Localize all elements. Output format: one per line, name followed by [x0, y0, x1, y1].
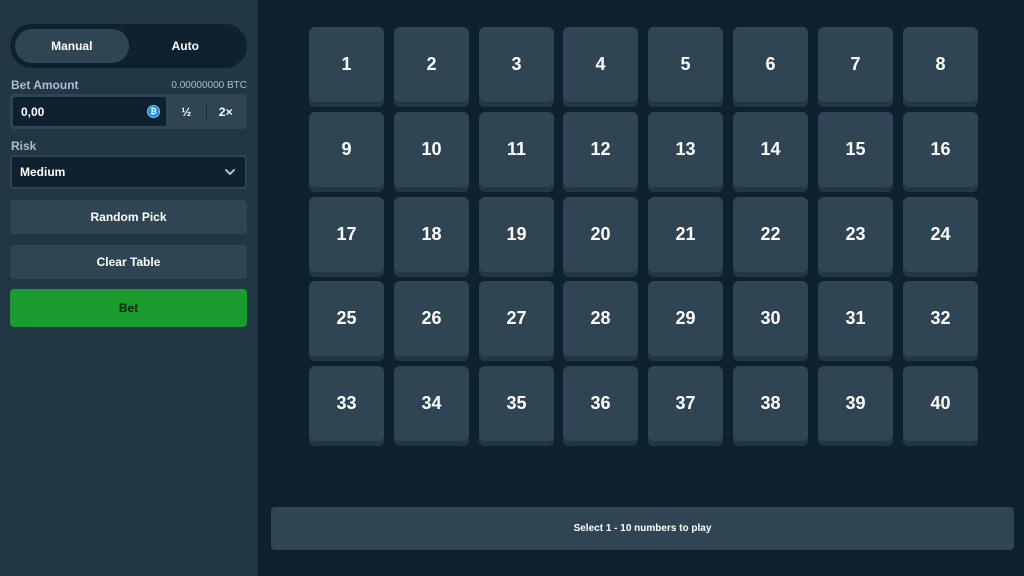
- number-tile[interactable]: 10: [394, 112, 469, 192]
- random-pick-button[interactable]: Random Pick: [10, 200, 247, 234]
- keno-app: Manual Auto Bet Amount 0.00000000 BTC ₿ …: [0, 0, 1024, 576]
- risk-label: Risk: [11, 139, 37, 153]
- double-bet-button[interactable]: 2×: [207, 96, 246, 127]
- chevron-down-icon: [225, 169, 235, 175]
- number-tile[interactable]: 36: [563, 366, 638, 446]
- number-tile[interactable]: 5: [648, 27, 723, 107]
- sidebar: Manual Auto Bet Amount 0.00000000 BTC ₿ …: [0, 0, 258, 576]
- number-tile[interactable]: 30: [733, 281, 808, 361]
- number-tile[interactable]: 32: [903, 281, 978, 361]
- number-tile[interactable]: 33: [309, 366, 384, 446]
- number-tile[interactable]: 14: [733, 112, 808, 192]
- number-tile[interactable]: 2: [394, 27, 469, 107]
- number-tile[interactable]: 17: [309, 197, 384, 277]
- number-tile[interactable]: 20: [563, 197, 638, 277]
- number-tile[interactable]: 4: [563, 27, 638, 107]
- number-tile[interactable]: 7: [818, 27, 893, 107]
- mode-toggle: Manual Auto: [10, 24, 247, 68]
- risk-selected-value: Medium: [20, 165, 66, 179]
- bet-amount-label: Bet Amount: [11, 78, 79, 92]
- bitcoin-coin-icon: ₿: [147, 105, 160, 118]
- number-tile[interactable]: 39: [818, 366, 893, 446]
- bet-amount-field[interactable]: ₿: [12, 96, 167, 127]
- number-tile[interactable]: 16: [903, 112, 978, 192]
- number-tile[interactable]: 35: [479, 366, 554, 446]
- number-tile[interactable]: 25: [309, 281, 384, 361]
- number-tile[interactable]: 23: [818, 197, 893, 277]
- half-bet-button[interactable]: ½: [167, 96, 206, 127]
- number-tile[interactable]: 1: [309, 27, 384, 107]
- number-tile[interactable]: 19: [479, 197, 554, 277]
- instruction-message: Select 1 - 10 numbers to play: [271, 507, 1014, 550]
- number-tile[interactable]: 28: [563, 281, 638, 361]
- bet-amount-input[interactable]: [21, 104, 131, 119]
- risk-select[interactable]: Medium: [10, 155, 247, 189]
- number-tile[interactable]: 40: [903, 366, 978, 446]
- number-tile[interactable]: 13: [648, 112, 723, 192]
- number-tile[interactable]: 34: [394, 366, 469, 446]
- number-tile[interactable]: 9: [309, 112, 384, 192]
- number-tile[interactable]: 29: [648, 281, 723, 361]
- number-tile[interactable]: 22: [733, 197, 808, 277]
- number-tile[interactable]: 18: [394, 197, 469, 277]
- number-tile[interactable]: 3: [479, 27, 554, 107]
- number-tile[interactable]: 15: [818, 112, 893, 192]
- clear-table-button[interactable]: Clear Table: [10, 245, 247, 279]
- number-tile[interactable]: 6: [733, 27, 808, 107]
- bet-amount-label-row: Bet Amount 0.00000000 BTC: [11, 78, 247, 92]
- number-tile[interactable]: 12: [563, 112, 638, 192]
- number-tile[interactable]: 37: [648, 366, 723, 446]
- number-tile[interactable]: 27: [479, 281, 554, 361]
- number-tile[interactable]: 38: [733, 366, 808, 446]
- auto-tab[interactable]: Auto: [129, 29, 243, 63]
- risk-label-row: Risk: [11, 139, 247, 153]
- bet-button[interactable]: Bet: [10, 289, 247, 327]
- number-tile[interactable]: 31: [818, 281, 893, 361]
- balance-display: 0.00000000 BTC: [171, 79, 247, 91]
- keno-board: Select 1 - 10 numbers to play 1234567891…: [258, 0, 1024, 576]
- number-tile[interactable]: 26: [394, 281, 469, 361]
- number-tile[interactable]: 24: [903, 197, 978, 277]
- bet-amount-control: ₿ ½ 2×: [10, 94, 247, 129]
- number-tile[interactable]: 8: [903, 27, 978, 107]
- number-tile[interactable]: 21: [648, 197, 723, 277]
- number-tile[interactable]: 11: [479, 112, 554, 192]
- manual-tab[interactable]: Manual: [15, 29, 129, 63]
